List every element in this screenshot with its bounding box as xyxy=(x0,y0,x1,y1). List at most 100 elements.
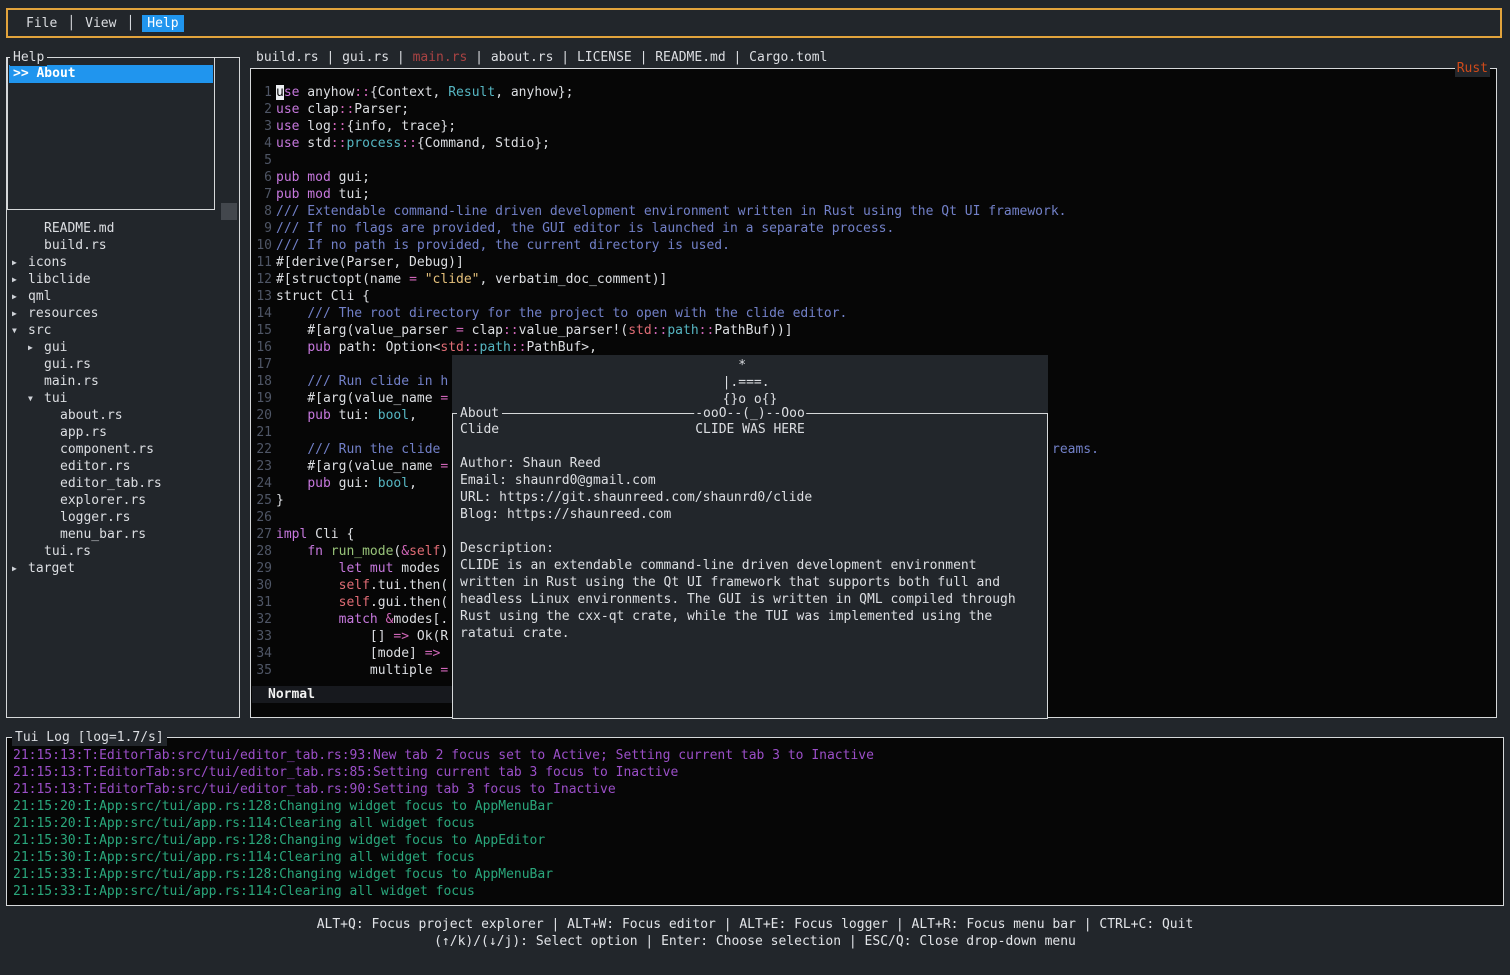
menu-items: File│View│Help xyxy=(22,15,186,32)
code-line-12[interactable]: 12#[structopt(name = "clide", verbatim_d… xyxy=(256,271,1494,288)
keybind-line-2: (↑/k)/(↓/j): Select option | Enter: Choo… xyxy=(0,933,1510,950)
code-line-11[interactable]: 11#[derive(Parser, Debug)] xyxy=(256,254,1494,271)
line-number: 19 xyxy=(256,390,272,407)
tree-item-target[interactable]: ▶target xyxy=(7,560,238,577)
code-text: [] => Ok(R xyxy=(276,628,448,645)
code-text: use std::process::{Command, Stdio}; xyxy=(276,135,550,152)
log-line: 21:15:33:I:App:src/tui/app.rs:128:Changi… xyxy=(13,866,1503,883)
tree-item-component.rs[interactable]: component.rs xyxy=(7,441,238,458)
tree-item-label: component.rs xyxy=(60,441,154,458)
tree-item-build.rs[interactable]: build.rs xyxy=(7,237,238,254)
code-line-7[interactable]: 7pub mod tui; xyxy=(256,186,1494,203)
tab-gui.rs[interactable]: gui.rs xyxy=(342,50,389,65)
tab-separator: | xyxy=(726,50,749,65)
tree-item-src[interactable]: ▼src xyxy=(7,322,238,339)
line-number: 32 xyxy=(256,611,272,628)
tree-item-logger.rs[interactable]: logger.rs xyxy=(7,509,238,526)
log-line: 21:15:30:I:App:src/tui/app.rs:114:Cleari… xyxy=(13,849,1503,866)
tab-about.rs[interactable]: about.rs xyxy=(491,50,554,65)
tree-item-label: resources xyxy=(28,305,98,322)
line-number: 6 xyxy=(256,169,272,186)
line-number: 12 xyxy=(256,271,272,288)
tree-item-qml[interactable]: ▶qml xyxy=(7,288,238,305)
log-line: 21:15:13:T:EditorTab:src/tui/editor_tab.… xyxy=(13,764,1503,781)
code-line-6[interactable]: 6pub mod gui; xyxy=(256,169,1494,186)
dropdown-item-about[interactable]: >> About xyxy=(9,65,213,83)
tree-item-menu_bar.rs[interactable]: menu_bar.rs xyxy=(7,526,238,543)
code-line-9[interactable]: 9/// If no flags are provided, the GUI e… xyxy=(256,220,1494,237)
tree-item-explorer.rs[interactable]: explorer.rs xyxy=(7,492,238,509)
tab-build.rs[interactable]: build.rs xyxy=(256,50,319,65)
tab-Cargo.toml[interactable]: Cargo.toml xyxy=(749,50,827,65)
chevron-collapsed-icon: ▶ xyxy=(12,305,28,322)
tree-item-app.rs[interactable]: app.rs xyxy=(7,424,238,441)
tree-item-label: gui.rs xyxy=(44,356,91,373)
code-text: /// If no flags are provided, the GUI ed… xyxy=(276,220,894,237)
log-line: 21:15:20:I:App:src/tui/app.rs:114:Cleari… xyxy=(13,815,1503,832)
line-number: 2 xyxy=(256,101,272,118)
code-line-16[interactable]: 16 pub path: Option<std::path::PathBuf>, xyxy=(256,339,1494,356)
log-line: 21:15:33:I:App:src/tui/app.rs:114:Cleari… xyxy=(13,883,1503,900)
code-text: /// The root directory for the project t… xyxy=(276,305,847,322)
tab-README.md[interactable]: README.md xyxy=(655,50,725,65)
chevron-collapsed-icon: ▶ xyxy=(12,254,28,271)
tree-item-icons[interactable]: ▶icons xyxy=(7,254,238,271)
tree-item-about.rs[interactable]: about.rs xyxy=(7,407,238,424)
menu-item-file[interactable]: File xyxy=(26,16,57,31)
tree-item-libclide[interactable]: ▶libclide xyxy=(7,271,238,288)
line-number: 9 xyxy=(256,220,272,237)
code-line-8[interactable]: 8/// Extendable command-line driven deve… xyxy=(256,203,1494,220)
code-line-1[interactable]: 1use anyhow::{Context, Result, anyhow}; xyxy=(256,84,1494,101)
code-text: let mut modes xyxy=(276,560,440,577)
line-number: 24 xyxy=(256,475,272,492)
line-number: 20 xyxy=(256,407,272,424)
tree-item-editor.rs[interactable]: editor.rs xyxy=(7,458,238,475)
mode-bar: Normal xyxy=(252,686,453,703)
menu-item-view[interactable]: View xyxy=(85,16,116,31)
code-line-4[interactable]: 4use std::process::{Command, Stdio}; xyxy=(256,135,1494,152)
code-line-14[interactable]: 14 /// The root directory for the projec… xyxy=(256,305,1494,322)
code-text: #[structopt(name = "clide", verbatim_doc… xyxy=(276,271,667,288)
code-line-5[interactable]: 5 xyxy=(256,152,1494,169)
explorer-scrollbar-thumb[interactable] xyxy=(221,203,237,220)
line-number: 21 xyxy=(256,424,272,441)
tree-item-label: about.rs xyxy=(60,407,123,424)
chevron-collapsed-icon: ▶ xyxy=(12,288,28,305)
tree-item-editor_tab.rs[interactable]: editor_tab.rs xyxy=(7,475,238,492)
code-line-13[interactable]: 13struct Cli { xyxy=(256,288,1494,305)
tree-item-label: main.rs xyxy=(44,373,99,390)
menu-item-help[interactable]: Help xyxy=(142,15,183,32)
code-overflow-fragment: reams. xyxy=(1052,441,1099,458)
line-number: 34 xyxy=(256,645,272,662)
code-text: use log::{info, trace}; xyxy=(276,118,456,135)
line-number: 13 xyxy=(256,288,272,305)
help-dropdown-title: Help xyxy=(10,49,47,66)
tree-item-label: explorer.rs xyxy=(60,492,146,509)
tab-separator: | xyxy=(467,50,490,65)
tree-item-main.rs[interactable]: main.rs xyxy=(7,373,238,390)
code-line-2[interactable]: 2use clap::Parser; xyxy=(256,101,1494,118)
line-number: 4 xyxy=(256,135,272,152)
tree-item-label: editor_tab.rs xyxy=(60,475,162,492)
line-number: 27 xyxy=(256,526,272,543)
tab-LICENSE[interactable]: LICENSE xyxy=(577,50,632,65)
tree-item-README.md[interactable]: README.md xyxy=(7,220,238,237)
tree-item-tui[interactable]: ▼tui xyxy=(7,390,238,407)
line-number: 16 xyxy=(256,339,272,356)
code-line-10[interactable]: 10/// If no path is provided, the curren… xyxy=(256,237,1494,254)
line-number: 35 xyxy=(256,662,272,679)
tree-item-gui.rs[interactable]: gui.rs xyxy=(7,356,238,373)
tree-item-gui[interactable]: ▶gui xyxy=(7,339,238,356)
code-text: use clap::Parser; xyxy=(276,101,409,118)
tab-main.rs[interactable]: main.rs xyxy=(413,50,468,65)
line-number: 26 xyxy=(256,509,272,526)
chevron-collapsed-icon: ▶ xyxy=(12,271,28,288)
code-line-3[interactable]: 3use log::{info, trace}; xyxy=(256,118,1494,135)
line-number: 7 xyxy=(256,186,272,203)
tree-item-resources[interactable]: ▶resources xyxy=(7,305,238,322)
tree-item-tui.rs[interactable]: tui.rs xyxy=(7,543,238,560)
line-number: 31 xyxy=(256,594,272,611)
line-number: 1 xyxy=(256,84,272,101)
menu-separator: │ xyxy=(67,16,75,31)
code-line-15[interactable]: 15 #[arg(value_parser = clap::value_pars… xyxy=(256,322,1494,339)
